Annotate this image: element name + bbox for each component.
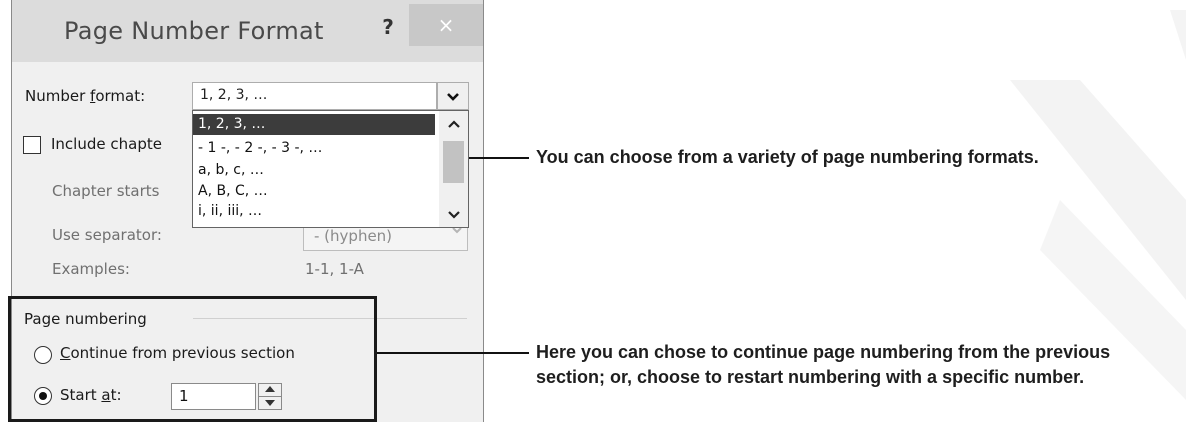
- number-format-dropdown-button[interactable]: [437, 82, 469, 110]
- format-option[interactable]: A, B, C, …: [193, 181, 435, 202]
- number-format-select[interactable]: 1, 2, 3, …: [192, 82, 437, 110]
- dialog-title: Page Number Format: [64, 17, 324, 45]
- close-button[interactable]: ×: [409, 4, 483, 46]
- title-bar: Page Number Format ? ×: [12, 0, 483, 62]
- chevron-up-icon: [447, 120, 460, 128]
- use-separator-label: Use separator:: [52, 226, 162, 244]
- format-option[interactable]: 1, 2, 3, …: [193, 114, 435, 135]
- format-option[interactable]: i, ii, iii, …: [193, 201, 435, 222]
- scroll-up-button[interactable]: [439, 111, 468, 137]
- format-option[interactable]: a, b, c, …: [193, 160, 435, 181]
- include-chapter-label: Include chapte: [51, 135, 162, 153]
- scroll-thumb[interactable]: [443, 141, 464, 183]
- callout-text-2: Here you can chose to continue page numb…: [536, 342, 1111, 387]
- scroll-down-button[interactable]: [439, 203, 468, 227]
- number-format-label: Number format:: [25, 87, 145, 105]
- number-format-dropdown-list: 1, 2, 3, … - 1 -, - 2 -, - 3 -, … a, b, …: [192, 110, 469, 228]
- dropdown-scrollbar[interactable]: [439, 111, 468, 227]
- callout-line-1: [469, 157, 529, 159]
- format-option[interactable]: - 1 -, - 2 -, - 3 -, …: [193, 138, 435, 159]
- highlight-box: [8, 296, 377, 422]
- help-button[interactable]: ?: [368, 10, 408, 44]
- callout-line-2: [377, 352, 529, 354]
- number-format-label-pre: Number: [25, 87, 91, 105]
- chapter-starts-label: Chapter starts: [52, 182, 160, 200]
- chevron-down-icon: [447, 211, 460, 219]
- number-format-value: 1, 2, 3, …: [200, 87, 268, 103]
- examples-value: 1-1, 1-A: [305, 260, 364, 278]
- callout-text-1: You can choose from a variety of page nu…: [536, 147, 1039, 167]
- include-chapter-checkbox[interactable]: [23, 136, 41, 154]
- examples-label: Examples:: [52, 260, 130, 278]
- chevron-down-icon: [447, 93, 459, 101]
- number-format-label-post: ormat:: [95, 87, 146, 105]
- separator-value: - (hyphen): [314, 227, 393, 245]
